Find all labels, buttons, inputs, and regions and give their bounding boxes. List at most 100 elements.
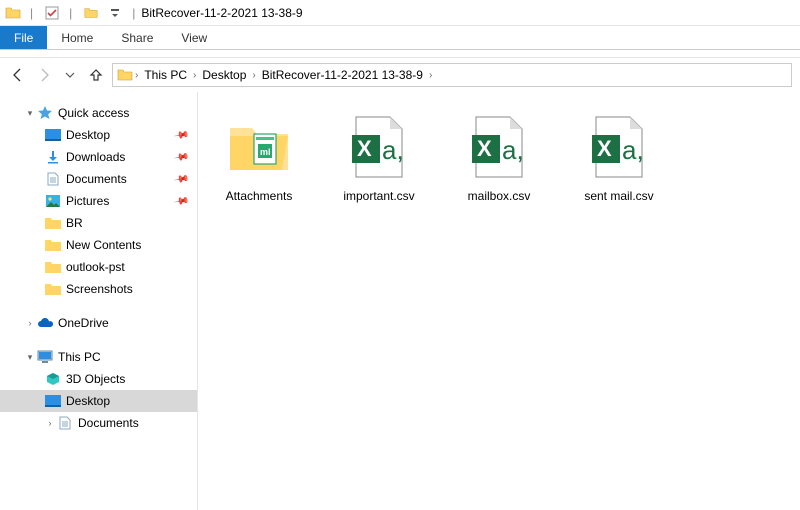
breadcrumb-desktop[interactable]: Desktop: [198, 68, 250, 82]
3d-objects-icon: [44, 371, 62, 387]
svg-text:X: X: [477, 136, 492, 161]
folder-large-icon: ml: [226, 115, 292, 181]
svg-text:a,: a,: [502, 135, 524, 165]
sidebar-item-label: Downloads: [66, 150, 125, 164]
recent-locations-dropdown[interactable]: [60, 65, 80, 85]
svg-text:ml: ml: [260, 147, 271, 157]
pin-icon: 📌: [173, 127, 190, 143]
sidebar-item-this-pc[interactable]: ▾ This PC: [0, 346, 197, 368]
tab-share[interactable]: Share: [107, 26, 167, 49]
folder-icon: [117, 67, 133, 83]
sidebar-item-downloads[interactable]: Downloads 📌: [0, 146, 197, 168]
folder-icon: [44, 281, 62, 297]
svg-text:a,: a,: [382, 135, 404, 165]
ribbon-tabs: File Home Share View: [0, 26, 800, 50]
sidebar-item-br[interactable]: BR: [0, 212, 197, 234]
sidebar-item-label: Desktop: [66, 394, 110, 408]
window-title: BitRecover-11-2-2021 13-38-9: [141, 6, 302, 20]
main-area: ▾ Quick access Desktop 📌 Downloads 📌: [0, 92, 800, 510]
chevron-right-icon[interactable]: ›: [135, 70, 138, 81]
file-item-sentmail[interactable]: X a, sent mail.csv: [564, 108, 674, 212]
file-item-important[interactable]: X a, important.csv: [324, 108, 434, 212]
pin-icon: 📌: [173, 171, 190, 187]
onedrive-icon: [36, 315, 54, 331]
downloads-icon: [44, 149, 62, 165]
titlebar: | | | BitRecover-11-2-2021 13-38-9: [0, 0, 800, 26]
file-item-attachments[interactable]: ml Attachments: [204, 108, 314, 212]
sidebar-item-label: BR: [66, 216, 83, 230]
chevron-right-icon[interactable]: ›: [252, 70, 255, 81]
back-button[interactable]: [8, 65, 28, 85]
svg-text:X: X: [357, 136, 372, 161]
expand-icon[interactable]: ▾: [24, 108, 36, 119]
sidebar-item-desktop[interactable]: Desktop 📌: [0, 124, 197, 146]
sidebar-item-label: OneDrive: [58, 316, 109, 330]
sidebar-item-new-contents[interactable]: New Contents: [0, 234, 197, 256]
desktop-icon: [44, 393, 62, 409]
folder-icon-small: [80, 2, 102, 24]
file-label: sent mail.csv: [584, 189, 653, 205]
file-label: Attachments: [226, 189, 293, 205]
address-bar[interactable]: › This PC › Desktop › BitRecover-11-2-20…: [112, 63, 792, 87]
sidebar-item-label: Screenshots: [66, 282, 133, 296]
sidebar-item-onedrive[interactable]: › OneDrive: [0, 312, 197, 334]
csv-file-icon: X a,: [346, 115, 412, 181]
file-item-mailbox[interactable]: X a, mailbox.csv: [444, 108, 554, 212]
sidebar-item-3d-objects[interactable]: 3D Objects: [0, 368, 197, 390]
separator: |: [69, 6, 72, 20]
tab-file[interactable]: File: [0, 26, 47, 49]
sidebar-item-label: This PC: [58, 350, 101, 364]
qat-checkbox-icon[interactable]: [41, 2, 63, 24]
csv-file-icon: X a,: [466, 115, 532, 181]
documents-icon: [56, 415, 74, 431]
sidebar-item-label: Documents: [78, 416, 139, 430]
navigation-pane: ▾ Quick access Desktop 📌 Downloads 📌: [0, 92, 198, 510]
separator: |: [30, 6, 33, 20]
expand-icon[interactable]: ▾: [24, 352, 36, 363]
tab-home[interactable]: Home: [47, 26, 107, 49]
content-pane[interactable]: ml Attachments X a, important.csv: [198, 92, 800, 510]
csv-file-icon: X a,: [586, 115, 652, 181]
star-icon: [36, 105, 54, 121]
pin-icon: 📌: [173, 149, 190, 165]
forward-button[interactable]: [34, 65, 54, 85]
sidebar-item-label: Pictures: [66, 194, 109, 208]
documents-icon: [44, 171, 62, 187]
sidebar-item-label: outlook-pst: [66, 260, 125, 274]
chevron-right-icon[interactable]: ›: [193, 70, 196, 81]
sidebar-item-outlook-pst[interactable]: outlook-pst: [0, 256, 197, 278]
file-label: important.csv: [343, 189, 414, 205]
sidebar-item-label: New Contents: [66, 238, 141, 252]
chevron-right-icon[interactable]: ›: [429, 70, 432, 81]
folder-icon: [2, 2, 24, 24]
svg-text:a,: a,: [622, 135, 644, 165]
breadcrumb-this-pc[interactable]: This PC: [140, 68, 191, 82]
pictures-icon: [44, 193, 62, 209]
svg-text:X: X: [597, 136, 612, 161]
computer-icon: [36, 349, 54, 365]
folder-icon: [44, 215, 62, 231]
sidebar-item-desktop-pc[interactable]: Desktop: [0, 390, 197, 412]
sidebar-item-label: Desktop: [66, 128, 110, 142]
separator: |: [132, 6, 135, 20]
sidebar-item-quick-access[interactable]: ▾ Quick access: [0, 102, 197, 124]
expand-icon[interactable]: ›: [44, 418, 56, 428]
qat-dropdown-icon[interactable]: [104, 2, 126, 24]
sidebar-item-label: Documents: [66, 172, 127, 186]
desktop-icon: [44, 127, 62, 143]
folder-icon: [44, 259, 62, 275]
breadcrumb-folder[interactable]: BitRecover-11-2-2021 13-38-9: [258, 68, 427, 82]
folder-icon: [44, 237, 62, 253]
tab-view[interactable]: View: [167, 26, 221, 49]
nav-row: › This PC › Desktop › BitRecover-11-2-20…: [0, 58, 800, 92]
file-label: mailbox.csv: [468, 189, 531, 205]
sidebar-item-label: Quick access: [58, 106, 129, 120]
expand-icon[interactable]: ›: [24, 318, 36, 328]
sidebar-item-documents[interactable]: Documents 📌: [0, 168, 197, 190]
pin-icon: 📌: [173, 193, 190, 209]
sidebar-item-documents-pc[interactable]: › Documents: [0, 412, 197, 434]
sidebar-item-pictures[interactable]: Pictures 📌: [0, 190, 197, 212]
sidebar-item-screenshots[interactable]: Screenshots: [0, 278, 197, 300]
sidebar-item-label: 3D Objects: [66, 372, 125, 386]
up-button[interactable]: [86, 65, 106, 85]
